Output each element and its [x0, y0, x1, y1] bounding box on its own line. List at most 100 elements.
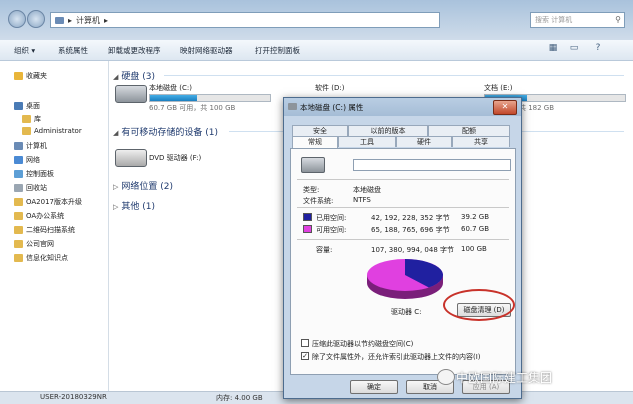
- explorer-window: ▸ 计算机 ▸ 搜索 计算机 ⚲ 组织 ▾ 系统属性 卸载或更改程序 映射网络驱…: [0, 0, 633, 404]
- sidebar-item-label: OA办公系统: [26, 212, 65, 220]
- help-icon[interactable]: ?: [590, 43, 606, 57]
- breadcrumb-sep-2: ▸: [104, 15, 109, 25]
- free-bytes: 65, 188, 765, 696 字节: [371, 226, 450, 234]
- section-network[interactable]: ▷ 网络位置 (2): [113, 179, 173, 192]
- ok-button[interactable]: 确定: [350, 380, 398, 394]
- sidebar-item[interactable]: 计算机: [14, 141, 47, 151]
- status-memory: 内存: 4.00 GB: [216, 394, 263, 402]
- sidebar-item-label: 公司官网: [26, 240, 54, 248]
- sidebar-item[interactable]: 桌面: [14, 101, 40, 111]
- folder-icon: [14, 170, 23, 178]
- drive-e-name: 文档 (E:): [484, 84, 513, 92]
- sidebar-item-label: 库: [34, 115, 41, 123]
- folder-icon: [14, 254, 23, 262]
- command-bar: 组织 ▾ 系统属性 卸载或更改程序 映射网络驱动器 打开控制面板 ▦ ▭ ?: [0, 40, 633, 61]
- tab-general[interactable]: 常规: [292, 136, 338, 148]
- section-removable[interactable]: ◢ 有可移动存储的设备 (1): [113, 125, 218, 138]
- breadcrumb-computer[interactable]: 计算机: [76, 15, 100, 26]
- navigation-pane: 收藏夹桌面库 Administrator 计算机网络控制面板回收站 OA2017版本升…: [0, 61, 109, 391]
- search-input[interactable]: 搜索 计算机 ⚲: [530, 12, 625, 28]
- drive-c-usage-bar: [149, 94, 271, 102]
- dialog-titlebar[interactable]: 本地磁盘 (C:) 属性 ✕: [284, 98, 521, 116]
- back-icon[interactable]: [8, 10, 26, 28]
- folder-icon: [14, 184, 23, 192]
- compress-checkbox[interactable]: [301, 339, 309, 347]
- close-button[interactable]: ✕: [493, 100, 517, 115]
- sidebar-item[interactable]: 公司官网: [14, 239, 54, 249]
- separator: [297, 239, 509, 240]
- sidebar-item-label: 二维码扫描系统: [26, 226, 75, 234]
- filesystem-label: 文件系统:: [303, 197, 334, 205]
- capacity-bytes: 107, 380, 994, 048 字节: [371, 246, 455, 254]
- index-checkbox[interactable]: ✓: [301, 352, 309, 360]
- address-bar[interactable]: ▸ 计算机 ▸: [50, 12, 440, 28]
- index-label: 除了文件属性外，还允许索引此驱动器上文件的内容(I): [312, 353, 481, 361]
- tab-sharing[interactable]: 共享: [452, 136, 510, 147]
- sidebar-item-label: 信息化知识点: [26, 254, 68, 262]
- folder-icon: [14, 142, 23, 150]
- section-other[interactable]: ▷ 其他 (1): [113, 199, 155, 212]
- dialog-title: 本地磁盘 (C:) 属性: [300, 103, 364, 112]
- sidebar-item-label: Administrator: [34, 127, 82, 135]
- section-hdd[interactable]: ◢ 硬盘 (3): [113, 69, 155, 82]
- folder-icon: [14, 198, 23, 206]
- tab-previous-versions[interactable]: 以前的版本: [348, 125, 428, 136]
- used-gb: 39.2 GB: [461, 213, 490, 221]
- sidebar-item-label: 回收站: [26, 184, 47, 192]
- sidebar-item[interactable]: OA办公系统: [14, 211, 64, 221]
- search-placeholder: 搜索 计算机: [535, 16, 573, 24]
- dvd-drive-icon: [115, 149, 147, 167]
- tab-security[interactable]: 安全: [292, 125, 348, 136]
- type-value: 本地磁盘: [353, 186, 381, 194]
- free-space-swatch: [303, 225, 312, 233]
- sidebar-item[interactable]: 库: [22, 114, 41, 124]
- drive-icon: [288, 103, 297, 110]
- drive-c-name: 本地磁盘 (C:): [149, 84, 192, 92]
- map-drive-button[interactable]: 映射网络驱动器: [180, 45, 233, 56]
- computer-icon: [55, 16, 64, 24]
- type-label: 类型:: [303, 186, 320, 194]
- wechat-icon: [437, 369, 455, 385]
- sidebar-item[interactable]: Administrator: [22, 127, 82, 135]
- capacity-label: 容量:: [316, 246, 333, 254]
- tab-hardware[interactable]: 硬件: [396, 136, 452, 147]
- search-icon: ⚲: [615, 15, 621, 24]
- folder-icon: [14, 102, 23, 110]
- section-divider: [164, 75, 624, 76]
- uninstall-button[interactable]: 卸载或更改程序: [108, 45, 161, 56]
- sidebar-item[interactable]: 回收站: [14, 183, 47, 193]
- sidebar-item[interactable]: 收藏夹: [14, 71, 47, 81]
- organize-button[interactable]: 组织 ▾: [14, 45, 35, 56]
- sidebar-item-label: 收藏夹: [26, 72, 47, 80]
- free-gb: 60.7 GB: [461, 225, 490, 233]
- folder-icon: [22, 127, 31, 135]
- preview-pane-icon[interactable]: ▭: [566, 43, 582, 57]
- sidebar-item-label: 计算机: [26, 142, 47, 150]
- view-options-icon[interactable]: ▦: [545, 43, 561, 57]
- address-row: ▸ 计算机 ▸ 搜索 计算机 ⚲: [0, 0, 633, 40]
- forward-icon[interactable]: [27, 10, 45, 28]
- compress-label: 压缩此驱动器以节约磁盘空间(C): [312, 340, 414, 348]
- separator: [297, 179, 509, 180]
- folder-icon: [14, 240, 23, 248]
- tab-tools[interactable]: 工具: [338, 136, 396, 147]
- sidebar-item[interactable]: 控制面板: [14, 169, 54, 179]
- usage-pie-chart: [367, 259, 443, 299]
- nav-buttons: [8, 10, 48, 28]
- tab-quota[interactable]: 配额: [428, 125, 510, 136]
- sidebar-item[interactable]: 二维码扫描系统: [14, 225, 75, 235]
- sidebar-item-label: 网络: [26, 156, 40, 164]
- sidebar-item[interactable]: 网络: [14, 155, 40, 165]
- capacity-gb: 100 GB: [461, 245, 487, 253]
- hard-disk-icon: [301, 157, 325, 173]
- volume-label-input[interactable]: [353, 159, 511, 171]
- folder-icon: [14, 156, 23, 164]
- sidebar-item[interactable]: OA2017版本升级: [14, 197, 82, 207]
- sidebar-item-label: 桌面: [26, 102, 40, 110]
- control-panel-button[interactable]: 打开控制面板: [255, 45, 300, 56]
- system-properties-button[interactable]: 系统属性: [58, 45, 88, 56]
- breadcrumb-sep: ▸: [68, 15, 73, 25]
- hard-disk-icon: [115, 85, 147, 103]
- folder-icon: [14, 72, 23, 80]
- sidebar-item[interactable]: 信息化知识点: [14, 253, 68, 263]
